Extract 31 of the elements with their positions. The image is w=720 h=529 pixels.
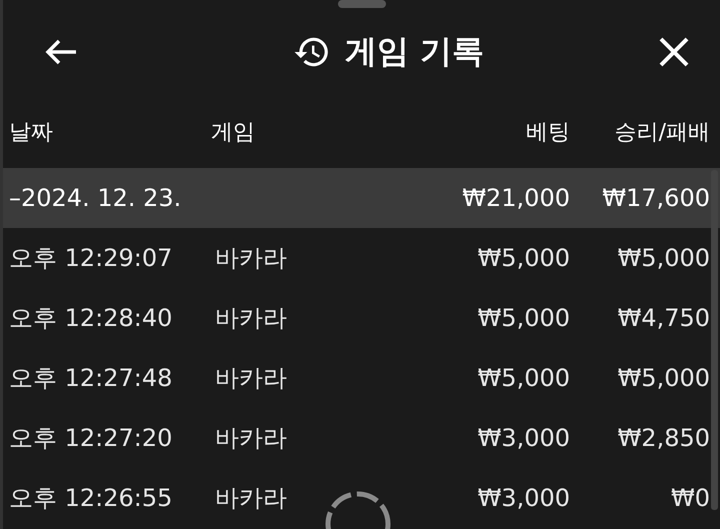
- table-cell-text: ₩2,850: [616, 424, 710, 452]
- table-cell-text: 바카라: [214, 483, 288, 514]
- table-cell-text: ₩5,000: [476, 364, 570, 392]
- drag-handle[interactable]: [338, 0, 386, 8]
- table-cell-text: ₩3,000: [476, 484, 570, 512]
- table-cell-text: 바카라: [214, 423, 288, 454]
- scrollbar[interactable]: [711, 170, 718, 510]
- back-button[interactable]: [43, 37, 79, 67]
- table-cell-text: 바카라: [214, 303, 288, 334]
- table-cell-text: ₩5,000: [616, 364, 710, 392]
- table-cell-text: ₩5,000: [476, 304, 570, 332]
- table-cell-text: 오후 12:29:07: [8, 243, 174, 274]
- column-header: 날짜: [8, 119, 54, 147]
- loading-spinner-icon: [323, 489, 393, 529]
- table-cell-text: ₩4,750: [616, 304, 710, 332]
- table-cell-text: ₩5,000: [476, 244, 570, 272]
- table-cell-text: ₩3,000: [476, 424, 570, 452]
- window-title: 게임 기록: [344, 31, 484, 72]
- table-cell-text: ₩0: [670, 484, 710, 512]
- table-cell-text: 바카라: [214, 363, 288, 394]
- table-cell-text: 오후 12:27:48: [8, 363, 174, 394]
- table-cell-text: 오후 12:26:55: [8, 483, 174, 514]
- column-header: 베팅: [525, 119, 570, 147]
- column-header: 게임: [210, 119, 256, 147]
- date-group-row[interactable]: –2024. 12. 23. ₩21,000 ₩17,600: [3, 168, 720, 228]
- table-cell-text: ₩5,000: [616, 244, 710, 272]
- close-button[interactable]: [658, 36, 690, 68]
- column-header: 승리/패배: [614, 119, 710, 147]
- table-cell-text: 오후 12:28:40: [8, 303, 174, 334]
- table-cell-text: 오후 12:27:20: [8, 423, 174, 454]
- table-cell-text: 바카라: [214, 243, 288, 274]
